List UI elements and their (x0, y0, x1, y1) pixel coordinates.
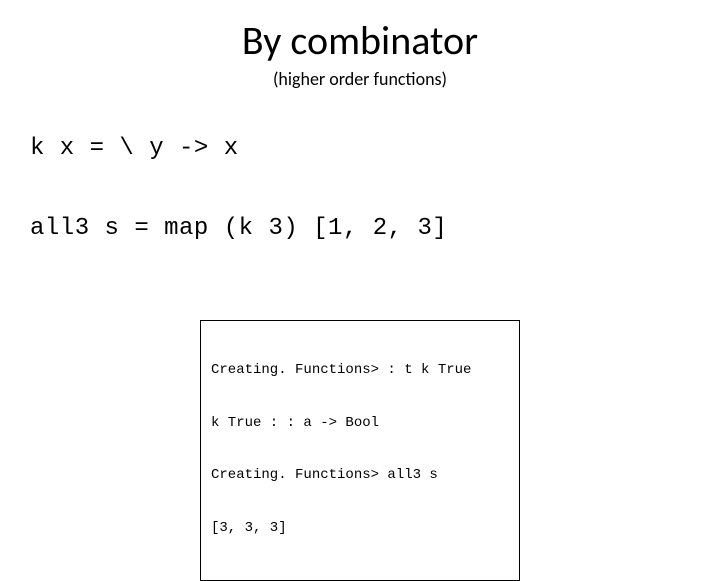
code-line-k-definition: k x = \ y -> x (30, 135, 239, 162)
repl-line: k True : : a -> Bool (211, 415, 509, 433)
slide: By combinator (higher order functions) k… (0, 0, 720, 540)
repl-line: [3, 3, 3] (211, 520, 509, 538)
repl-output-box: Creating. Functions> : t k True k True :… (200, 320, 520, 581)
page-subtitle: (higher order functions) (0, 68, 720, 90)
repl-line: Creating. Functions> : t k True (211, 362, 509, 380)
repl-line: Creating. Functions> all3 s (211, 467, 509, 485)
page-title: By combinator (0, 20, 720, 62)
code-line-all3s-definition: all3 s = map (k 3) [1, 2, 3] (30, 215, 447, 242)
